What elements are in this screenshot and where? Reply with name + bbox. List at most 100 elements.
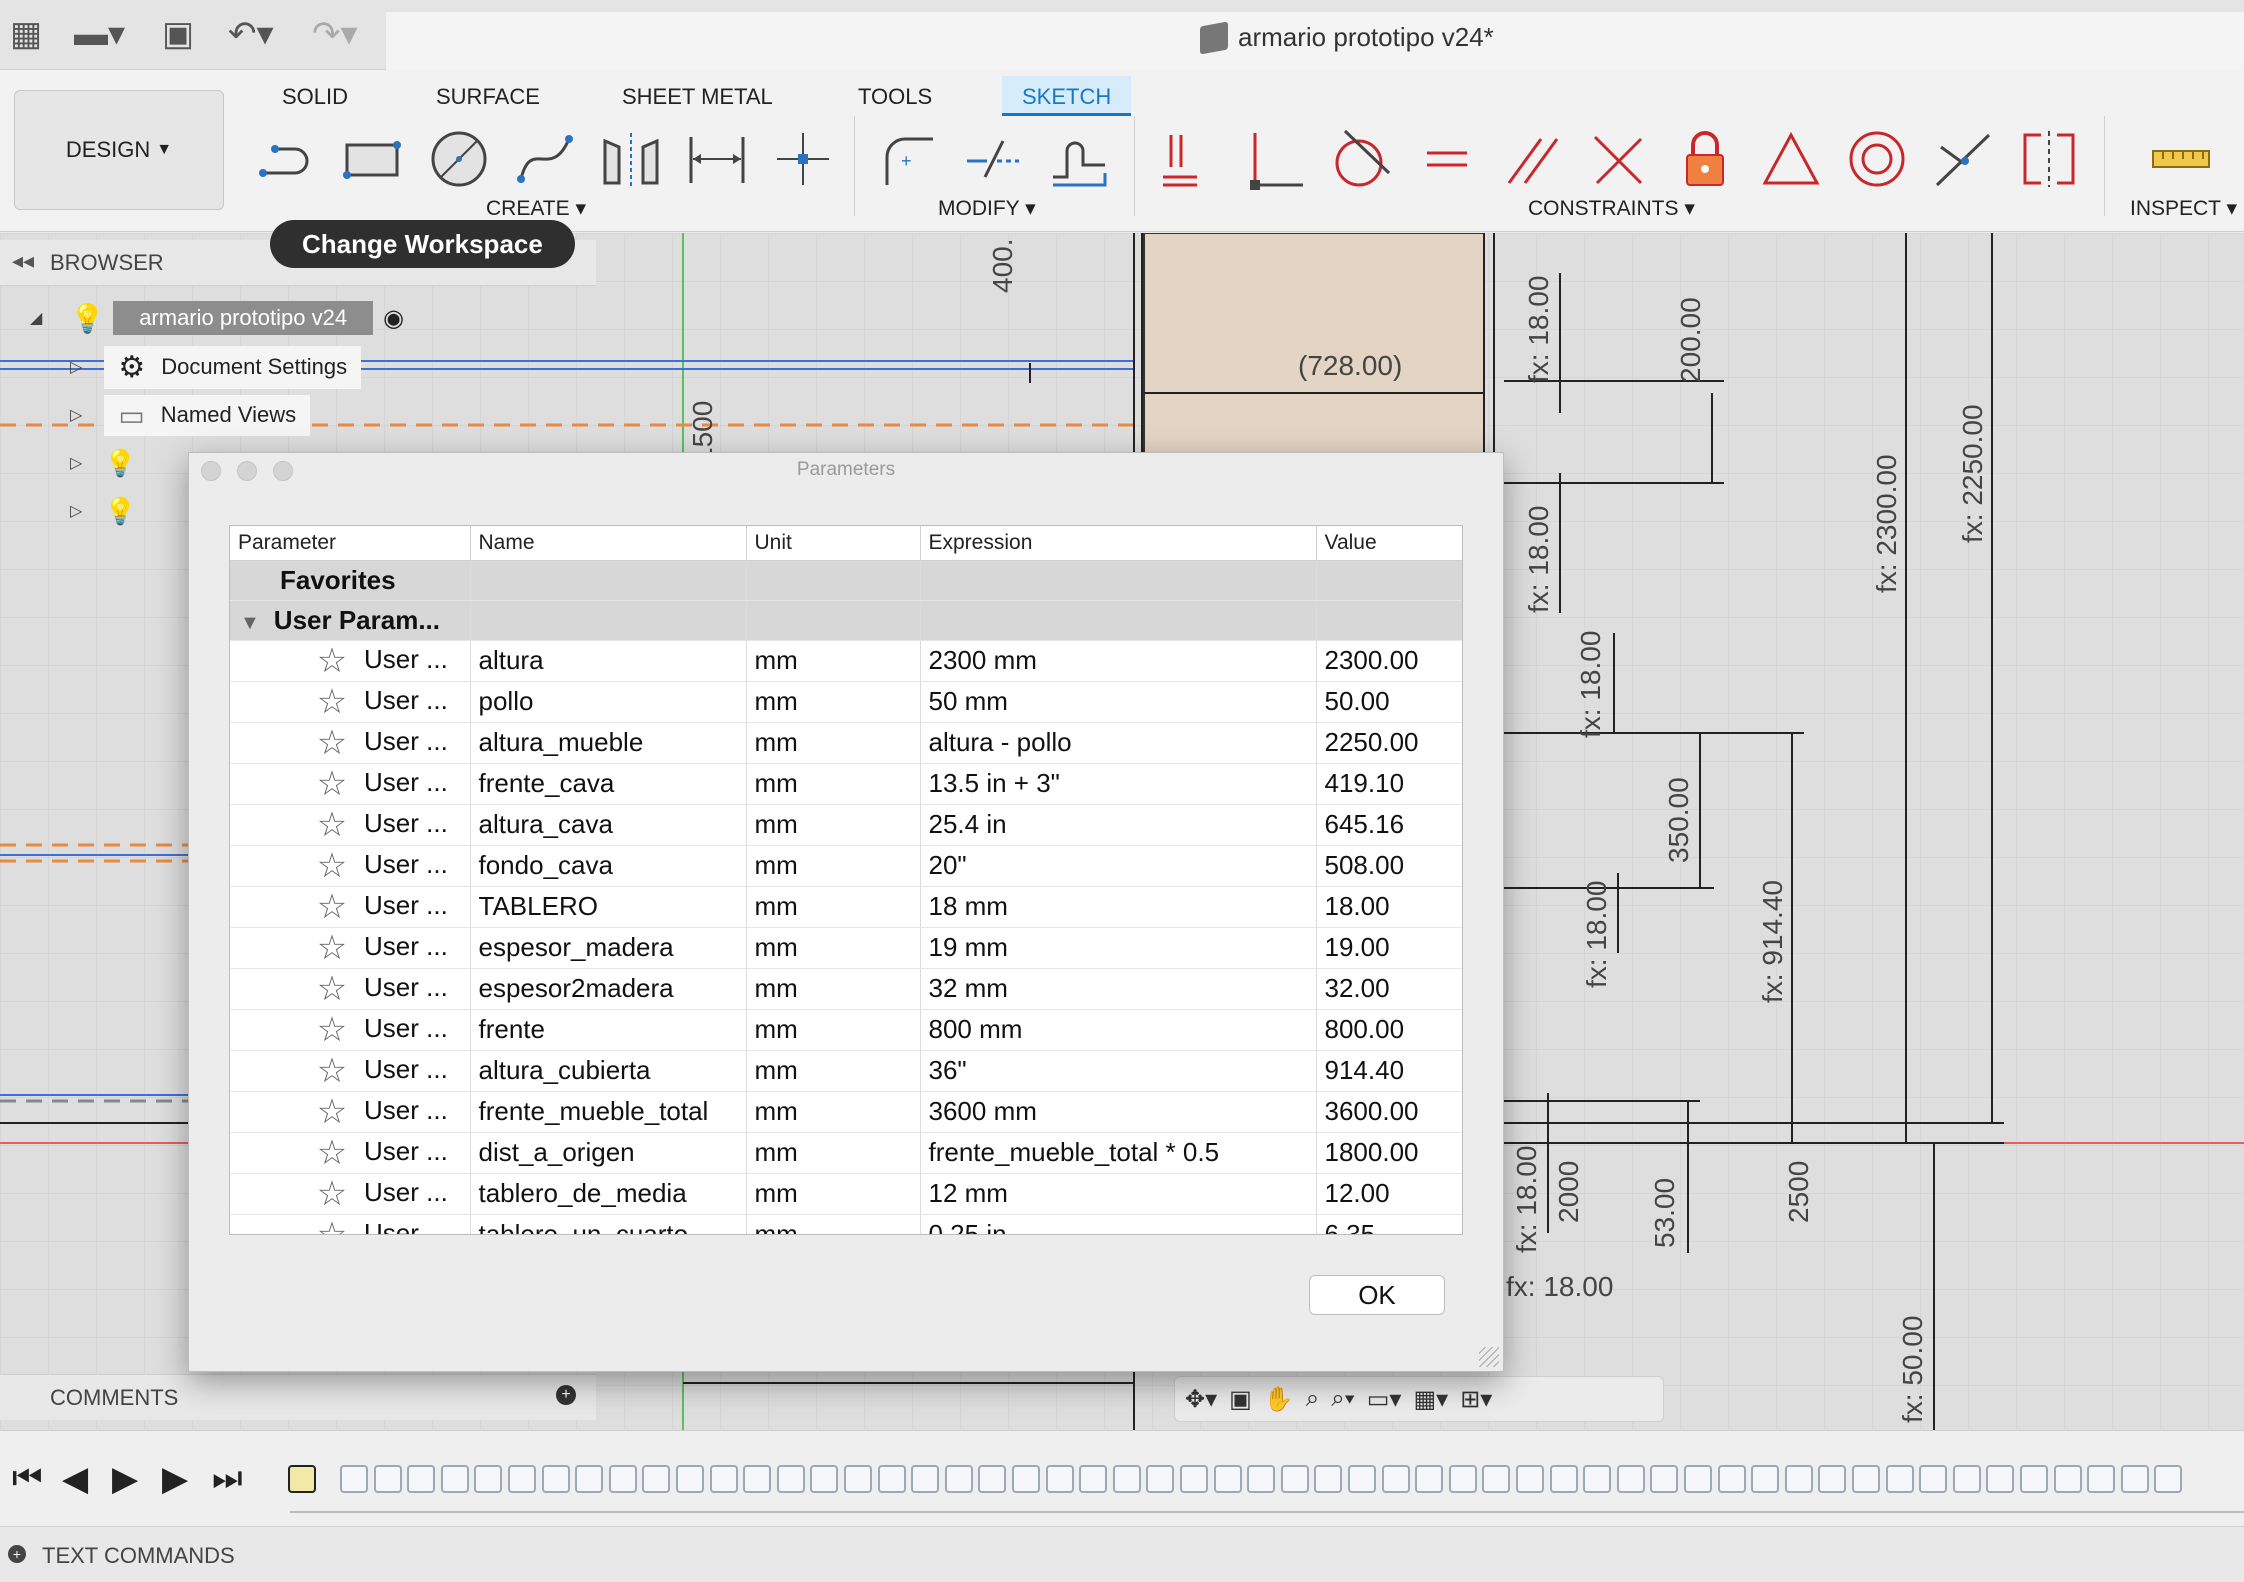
- timeline-feature-icon[interactable]: [1784, 1465, 1813, 1493]
- timeline-feature-icon[interactable]: [877, 1465, 906, 1493]
- cell-unit[interactable]: mm: [746, 1214, 921, 1234]
- expand-triangle-icon[interactable]: ▷: [70, 405, 82, 425]
- cell-name[interactable]: frente: [470, 1009, 747, 1051]
- column-header[interactable]: Name: [470, 526, 747, 561]
- dimension-label[interactable]: (728.00): [1298, 350, 1402, 381]
- tangent-constraint-icon[interactable]: [1326, 124, 1396, 194]
- timeline-feature-icon[interactable]: [2053, 1465, 2082, 1493]
- timeline-feature-icon[interactable]: [1079, 1465, 1108, 1493]
- expand-triangle-icon[interactable]: ◢: [30, 308, 42, 328]
- table-row[interactable]: ☆ User ... frente_cava mm 13.5 in + 3" 419.10: [230, 763, 1462, 805]
- table-row[interactable]: ☆ User ... dist_a_origen mm frente_mueble_to…: [230, 1132, 1462, 1174]
- horizontal-vertical-constraint-icon[interactable]: [1154, 124, 1224, 194]
- cell-expression[interactable]: 20": [920, 845, 1317, 887]
- cell-name[interactable]: altura: [470, 640, 747, 682]
- cell-unit[interactable]: mm: [746, 927, 921, 969]
- trim-tool-icon[interactable]: [958, 124, 1028, 194]
- cell-value[interactable]: 914.40: [1316, 1050, 1462, 1092]
- timeline-feature-icon[interactable]: [1684, 1465, 1712, 1493]
- table-row[interactable]: ☆ User ... frente mm 800 mm 800.00: [230, 1009, 1462, 1051]
- timeline-feature-icon[interactable]: [1482, 1465, 1511, 1493]
- step-forward-icon[interactable]: ▶: [162, 1459, 188, 1499]
- dimension-label[interactable]: fx: 50.00: [1897, 1316, 1928, 1423]
- dimension-label[interactable]: fx: 2300.00: [1871, 454, 1902, 593]
- dimension-label[interactable]: 2000: [1553, 1161, 1584, 1223]
- cell-unit[interactable]: mm: [746, 1050, 921, 1092]
- perpendicular-constraint-icon[interactable]: [1584, 124, 1654, 194]
- equal-constraint-icon[interactable]: [1412, 124, 1482, 194]
- cell-value[interactable]: 645.16: [1316, 804, 1462, 846]
- dimension-label[interactable]: 400.: [987, 239, 1018, 294]
- cell-expression[interactable]: 18 mm: [920, 886, 1317, 928]
- favorite-star-icon[interactable]: ☆: [310, 846, 354, 886]
- cell-expression[interactable]: 25.4 in: [920, 804, 1317, 846]
- cell-unit[interactable]: mm: [746, 804, 921, 846]
- add-comment-icon[interactable]: +: [556, 1385, 576, 1405]
- dimension-label[interactable]: 53.00: [1649, 1178, 1680, 1248]
- column-header[interactable]: Expression: [920, 526, 1317, 561]
- favorite-star-icon[interactable]: ☆: [310, 1215, 354, 1235]
- measure-ruler-icon[interactable]: [2146, 124, 2216, 194]
- cell-parameter[interactable]: ☆ User ...: [230, 681, 471, 723]
- cell-expression[interactable]: 32 mm: [920, 968, 1317, 1010]
- timeline-feature-icon[interactable]: [1045, 1465, 1074, 1493]
- comments-panel-header[interactable]: COMMENTS +: [0, 1374, 596, 1420]
- save-icon[interactable]: ▣: [162, 14, 194, 54]
- lightbulb-icon[interactable]: 💡: [104, 448, 136, 479]
- cell-value[interactable]: 800.00: [1316, 1009, 1462, 1051]
- cell-name[interactable]: frente_mueble_total: [470, 1091, 747, 1133]
- timeline-feature-icon[interactable]: [407, 1465, 436, 1493]
- timeline-feature-icon[interactable]: [541, 1465, 570, 1493]
- timeline-feature-icon[interactable]: [1247, 1465, 1276, 1493]
- timeline-feature-icon[interactable]: [1751, 1465, 1780, 1493]
- cell-parameter[interactable]: ☆ User ...: [230, 968, 471, 1010]
- cell-name[interactable]: frente_cava: [470, 763, 747, 805]
- favorite-star-icon[interactable]: ☆: [310, 928, 354, 968]
- table-row[interactable]: ☆ User ... TABLERO mm 18 mm 18.00: [230, 886, 1462, 928]
- cell-name[interactable]: pollo: [470, 681, 747, 723]
- table-row[interactable]: ☆ User ... espesor2madera mm 32 mm 32.00: [230, 968, 1462, 1010]
- cell-expression[interactable]: 800 mm: [920, 1009, 1317, 1051]
- cell-name[interactable]: altura_cava: [470, 804, 747, 846]
- cell-parameter[interactable]: ☆ User ...: [230, 763, 471, 805]
- cell-expression[interactable]: 19 mm: [920, 927, 1317, 969]
- favorite-star-icon[interactable]: ☆: [310, 682, 354, 722]
- timeline-feature-icon[interactable]: [743, 1465, 772, 1493]
- parameters-table[interactable]: Parameter Name Unit Expression Value Fav…: [229, 525, 1463, 1235]
- cell-name[interactable]: dist_a_origen: [470, 1132, 747, 1174]
- timeline-feature-icon[interactable]: [1012, 1465, 1040, 1493]
- timeline-feature-icon[interactable]: [575, 1465, 604, 1493]
- dimension-label[interactable]: 200.00: [1675, 297, 1706, 383]
- dimension-label[interactable]: fx: 18.00: [1523, 276, 1554, 383]
- expand-icon[interactable]: +: [8, 1545, 26, 1563]
- fix-constraint-lock-icon[interactable]: [1670, 124, 1740, 194]
- grid-settings-icon[interactable]: ▦▾: [1413, 1385, 1448, 1414]
- cell-value[interactable]: 419.10: [1316, 763, 1462, 805]
- timeline-feature-icon[interactable]: [1516, 1465, 1544, 1493]
- cell-parameter[interactable]: ☆ User ...: [230, 1132, 471, 1174]
- cell-unit[interactable]: mm: [746, 1132, 921, 1174]
- cell-value[interactable]: 18.00: [1316, 886, 1462, 928]
- timeline-feature-icon[interactable]: [1650, 1465, 1679, 1493]
- dimension-label[interactable]: fx: 18.00: [1511, 1146, 1542, 1253]
- favorite-star-icon[interactable]: ☆: [310, 805, 354, 845]
- cell-expression[interactable]: 50 mm: [920, 681, 1317, 723]
- grid-icon[interactable]: ▦: [10, 14, 42, 54]
- timeline-feature-icon[interactable]: [1616, 1465, 1645, 1493]
- inspect-menu[interactable]: INSPECT ▾: [2130, 196, 2237, 221]
- cell-parameter[interactable]: ☆ User ...: [230, 927, 471, 969]
- undo-icon[interactable]: ↶▾: [228, 14, 274, 54]
- dimension-label[interactable]: fx: 18.00: [1506, 1271, 1613, 1302]
- table-row[interactable]: ☆ User ... frente_mueble_total mm 3600 mm 360…: [230, 1091, 1462, 1133]
- table-row[interactable]: ☆ User ... fondo_cava mm 20" 508.00: [230, 845, 1462, 887]
- dimension-label[interactable]: fx: 18.00: [1575, 631, 1606, 738]
- create-menu[interactable]: CREATE ▾: [486, 196, 586, 221]
- display-settings-icon[interactable]: ▭▾: [1367, 1385, 1402, 1414]
- browser-root-label[interactable]: armario prototipo v24: [113, 301, 374, 335]
- lightbulb-icon[interactable]: 💡: [104, 496, 136, 527]
- timeline-feature-icon[interactable]: [1952, 1465, 1981, 1493]
- timeline-track[interactable]: [290, 1511, 2244, 1513]
- dimension-label[interactable]: fx: 914.40: [1757, 880, 1788, 1003]
- favorites-group-row[interactable]: Favorites: [230, 560, 1462, 601]
- timeline-feature-icon[interactable]: [474, 1465, 503, 1493]
